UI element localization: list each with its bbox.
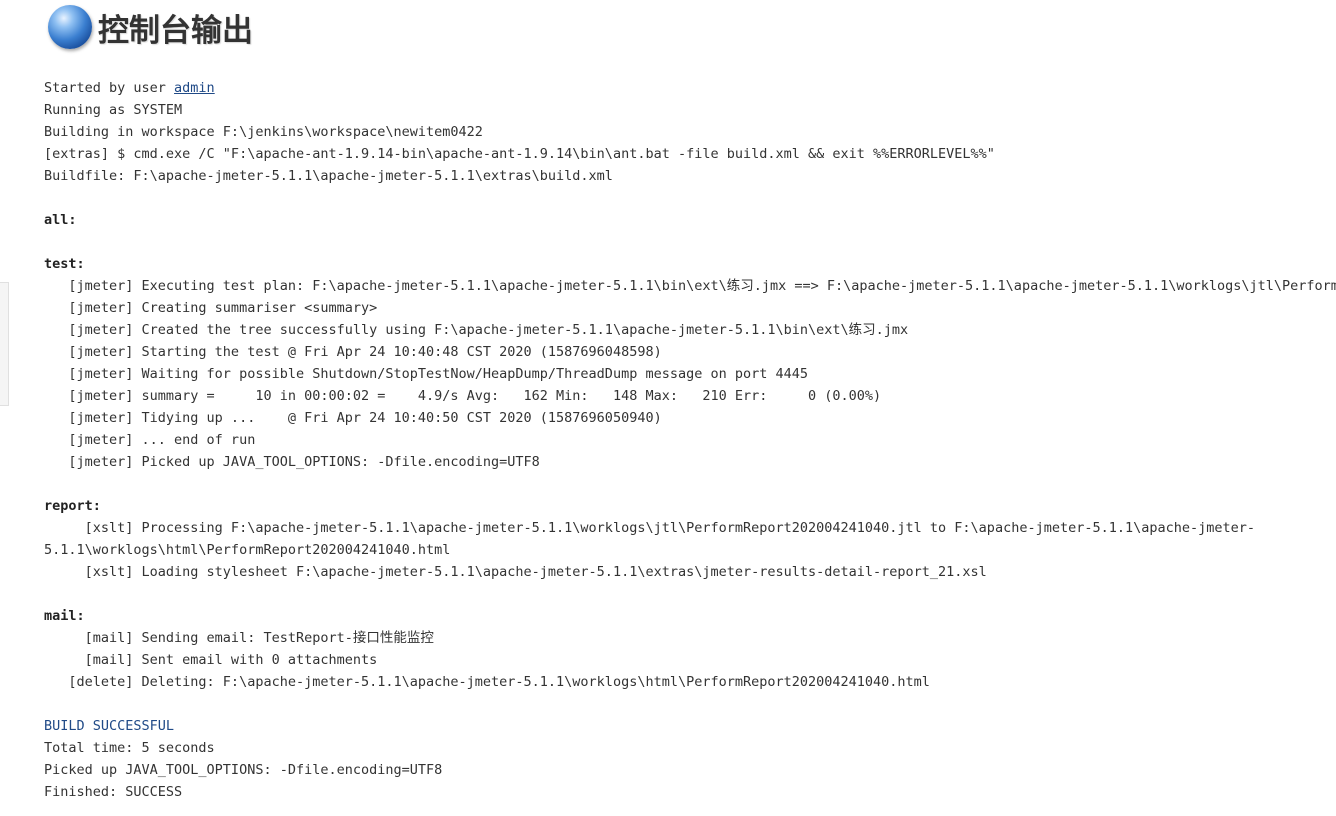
- mail-line: [mail] Sent email with 0 attachments: [44, 652, 378, 668]
- xslt-line: [xslt] Processing F:\apache-jmeter-5.1.1…: [44, 520, 1256, 536]
- jmeter-line: [jmeter] Executing test plan: F:\apache-…: [68, 278, 1336, 294]
- user-link-admin[interactable]: admin: [174, 80, 215, 96]
- jmeter-line: [jmeter] Creating summariser <summary>: [44, 300, 378, 316]
- page-title: 控制台输出: [98, 12, 253, 49]
- mail-line: [mail] Sending email: TestReport-接口性能监控: [44, 630, 434, 646]
- console-line: [extras] $ cmd.exe /C "F:\apache-ant-1.9…: [44, 146, 995, 162]
- target-mail: mail:: [44, 608, 85, 624]
- build-status: BUILD SUCCESSFUL: [44, 718, 175, 734]
- jmeter-line: [jmeter] Created the tree successfully u…: [44, 322, 909, 338]
- total-time: Total time: 5 seconds: [44, 740, 215, 756]
- target-report: report:: [44, 498, 101, 514]
- console-line: Running as SYSTEM: [44, 102, 183, 118]
- page-header: 控制台输出: [48, 3, 253, 51]
- target-all: all:: [44, 212, 77, 228]
- target-test: test:: [44, 256, 85, 272]
- jmeter-line: [jmeter] Starting the test @ Fri Apr 24 …: [44, 344, 662, 360]
- console-output: Started by user admin Running as SYSTEM …: [44, 77, 1336, 803]
- jmeter-line: [jmeter] Tidying up ... @ Fri Apr 24 10:…: [44, 410, 662, 426]
- console-line: Buildfile: F:\apache-jmeter-5.1.1\apache…: [44, 168, 613, 184]
- side-panel-edge[interactable]: [0, 282, 9, 406]
- jmeter-line: [jmeter] ... end of run: [44, 432, 256, 448]
- xslt-line: 5.1.1\worklogs\html\PerformReport2020042…: [44, 542, 451, 558]
- xslt-line: [xslt] Loading stylesheet F:\apache-jmet…: [44, 564, 987, 580]
- jmeter-line: [jmeter] Picked up JAVA_TOOL_OPTIONS: -D…: [44, 454, 540, 470]
- delete-line: [delete] Deleting: F:\apache-jmeter-5.1.…: [44, 674, 930, 690]
- jmeter-line: [jmeter] summary = 10 in 00:00:02 = 4.9/…: [44, 388, 882, 404]
- globe-icon: [48, 5, 92, 49]
- started-prefix: Started by user: [44, 80, 175, 96]
- jmeter-line: [jmeter] Waiting for possible Shutdown/S…: [44, 366, 809, 382]
- console-line: Picked up JAVA_TOOL_OPTIONS: -Dfile.enco…: [44, 762, 443, 778]
- console-line-started: Started by user admin: [44, 77, 1336, 99]
- console-line: Building in workspace F:\jenkins\workspa…: [44, 124, 483, 140]
- finished-status: Finished: SUCCESS: [44, 784, 183, 800]
